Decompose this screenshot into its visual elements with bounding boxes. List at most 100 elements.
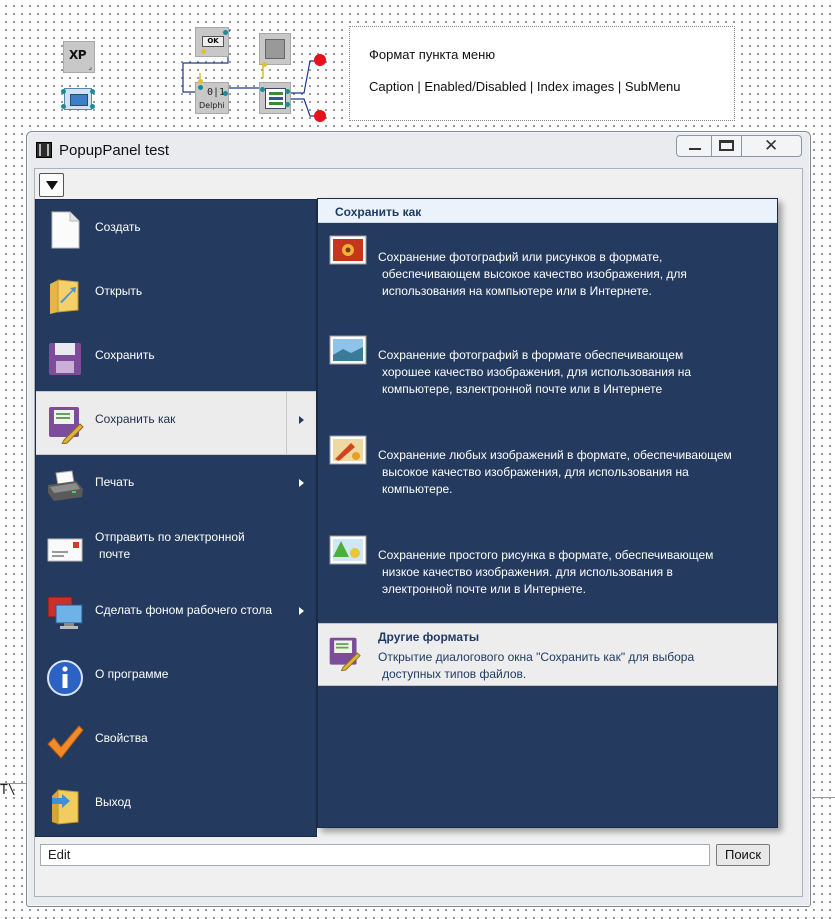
- menu-item-save[interactable]: Сохранить: [36, 328, 316, 392]
- menu-item-open[interactable]: Открыть: [36, 264, 316, 328]
- submenu-item-description: Сохранение простого рисунка в формате, о…: [378, 547, 763, 598]
- menu-item-print[interactable]: Печать: [36, 455, 316, 519]
- menu-item-label: Отправить по электронной почте: [95, 529, 245, 563]
- floppy-disk-icon: [49, 343, 81, 375]
- minimize-icon: [689, 148, 701, 150]
- edge-text-fragment: T\: [0, 783, 16, 798]
- other-formats-description: Открытие диалогового окна "Сохранить как…: [378, 649, 763, 683]
- submenu-item-other-formats[interactable]: Другие форматы Открытие диалогового окна…: [318, 623, 777, 686]
- search-button[interactable]: Поиск: [716, 844, 770, 866]
- menu-item-create[interactable]: Создать: [36, 200, 316, 264]
- description-line: высокое качество изображения, для исполь…: [382, 465, 689, 479]
- output-point[interactable]: [314, 110, 326, 122]
- info-note[interactable]: Формат пункта меню Caption | Enabled/Dis…: [349, 26, 735, 121]
- submenu-title: Сохранить как: [335, 205, 422, 219]
- divider: [0, 783, 26, 784]
- button-component[interactable]: OK: [195, 27, 229, 57]
- checkmark-icon: [47, 725, 84, 759]
- close-button[interactable]: ✕: [742, 135, 802, 157]
- submenu-separator: [286, 392, 287, 454]
- note-title: Формат пункта меню: [369, 47, 496, 62]
- menu-item-label-line1: Отправить по электронной: [95, 530, 245, 544]
- connector-point[interactable]: [61, 89, 66, 94]
- submenu-header: Сохранить как: [318, 199, 777, 223]
- menu-item-save-as[interactable]: Сохранить как: [36, 391, 316, 455]
- bmp-image-icon: [329, 435, 367, 465]
- output-point[interactable]: [314, 54, 326, 66]
- connector-point[interactable]: [201, 49, 206, 54]
- connector-point[interactable]: [260, 87, 265, 92]
- connector-point[interactable]: [262, 62, 267, 67]
- submenu-item-description: Сохранение фотографий в формате обеспечи…: [378, 347, 763, 398]
- info-icon: [47, 660, 83, 696]
- connector-point[interactable]: [198, 85, 203, 90]
- submenu-item-bmp[interactable]: Сохранение любых изображений в формате, …: [318, 425, 777, 523]
- connector-point[interactable]: [61, 104, 66, 109]
- connector-point[interactable]: [223, 30, 228, 35]
- xp-manifest-component[interactable]: XP ⌟: [63, 41, 95, 73]
- minimize-button[interactable]: [676, 135, 712, 157]
- menu-list-icon: [265, 88, 286, 109]
- save-as-icon: [329, 637, 361, 671]
- printer-icon: [48, 470, 83, 501]
- gif-drawing-icon: [329, 535, 367, 565]
- connector-point[interactable]: [90, 89, 95, 94]
- save-as-submenu: Сохранить как Сохранение фотографий или …: [317, 198, 778, 828]
- connector-point[interactable]: [285, 102, 290, 107]
- delphi-label: Delphi: [199, 101, 225, 110]
- menu-item-send-email[interactable]: Отправить по электронной почте: [36, 519, 316, 583]
- submenu-item-gif[interactable]: Сохранение простого рисунка в формате, о…: [318, 525, 777, 623]
- dropdown-button[interactable]: [39, 173, 64, 197]
- submenu-arrow-icon: [299, 416, 304, 424]
- menu-item-label: Свойства: [95, 731, 148, 745]
- connector-point[interactable]: [223, 91, 228, 96]
- popup-menu-component[interactable]: [259, 82, 291, 114]
- triangle-down-icon: [46, 181, 58, 190]
- submenu-arrow-icon: [299, 479, 304, 487]
- submenu-item-description: Сохранение любых изображений в формате, …: [378, 447, 763, 498]
- window-title: PopupPanel test: [59, 142, 170, 159]
- exit-icon: [52, 789, 79, 825]
- menu-item-label: Открыть: [95, 284, 143, 298]
- png-photo-icon: [329, 335, 367, 365]
- edit-input[interactable]: Edit: [40, 844, 710, 866]
- menu-item-label: Сохранить как: [95, 412, 176, 426]
- menu-item-properties[interactable]: Свойства: [36, 711, 316, 775]
- description-line: хорошее качество изображения, для исполь…: [382, 365, 692, 379]
- panel-icon: [265, 39, 285, 59]
- menu-item-about[interactable]: О программе: [36, 647, 316, 711]
- desktop-icon: [47, 596, 83, 629]
- menu-item-label: Сделать фоном рабочего стола: [95, 603, 272, 617]
- title-bar[interactable]: PopupPanel test ✕: [27, 132, 810, 168]
- maximize-button[interactable]: [712, 135, 742, 157]
- divider: [812, 797, 835, 798]
- submenu-item-jpeg[interactable]: Сохранение фотографий или рисунков в фор…: [318, 225, 777, 323]
- description-line: использования на компьютере или в Интерн…: [382, 284, 652, 298]
- menu-item-label-line2: почте: [99, 547, 131, 561]
- film-icon: [36, 142, 52, 158]
- xp-label: XP: [69, 48, 87, 62]
- description-line: Сохранение простого рисунка в формате, о…: [378, 548, 714, 562]
- form-component[interactable]: [61, 85, 95, 113]
- submenu-item-png[interactable]: Сохранение фотографий в формате обеспечи…: [318, 325, 777, 423]
- save-as-icon: [49, 407, 84, 444]
- popup-menu: Создать Открыть Сохранить Сохранить как: [35, 199, 317, 837]
- description-line: Сохранение фотографий в формате обеспечи…: [378, 348, 684, 362]
- new-document-icon: [51, 211, 80, 249]
- connector-point[interactable]: [285, 89, 290, 94]
- submenu-arrow-icon: [299, 607, 304, 615]
- close-icon: ✕: [764, 136, 779, 156]
- ok-button-icon: OK: [202, 36, 224, 47]
- panel-component[interactable]: [259, 33, 291, 67]
- connector-point[interactable]: [198, 79, 203, 84]
- menu-item-label: Сохранить: [95, 348, 155, 362]
- menu-item-set-wallpaper[interactable]: Сделать фоном рабочего стола: [36, 583, 316, 647]
- maximize-icon: [719, 140, 734, 151]
- menu-item-exit[interactable]: Выход: [36, 775, 316, 839]
- delphi-script-component[interactable]: 0|1 Delphi: [195, 79, 229, 114]
- description-line: Сохранение фотографий или рисунков в фор…: [378, 250, 663, 264]
- corner-arrow-icon: ⌟: [88, 62, 92, 71]
- form-window-icon: [64, 88, 92, 110]
- description-line: низкое качество изображения. для использ…: [382, 565, 673, 579]
- connector-point[interactable]: [90, 104, 95, 109]
